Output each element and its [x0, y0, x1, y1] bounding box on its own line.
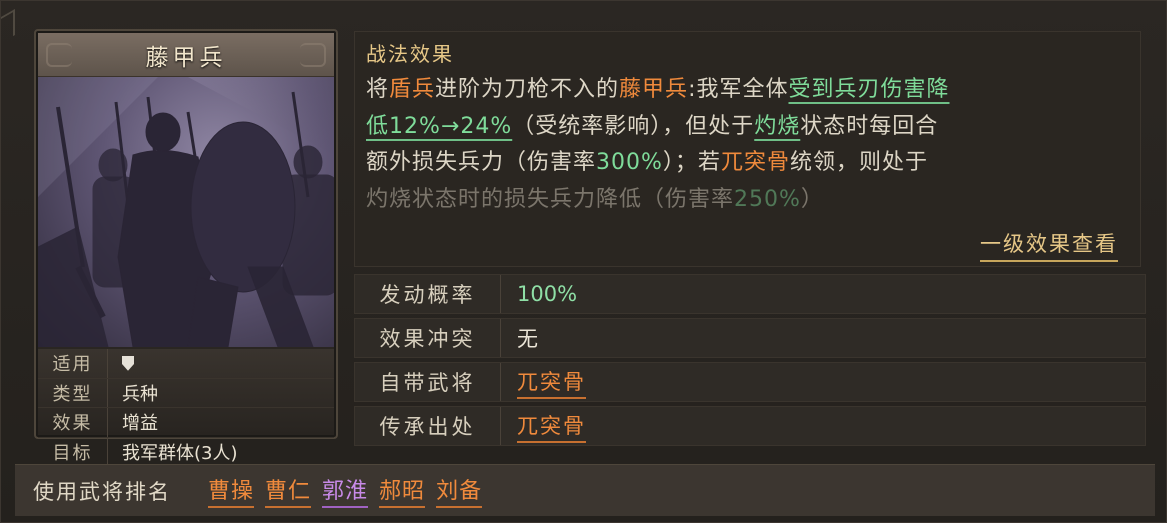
info-key: 发动概率: [355, 275, 501, 313]
info-key: 传承出处: [355, 407, 501, 445]
effect-keyword[interactable]: 低12%→24%: [366, 114, 512, 139]
general-link[interactable]: 郝昭: [379, 473, 426, 508]
info-row-conflict: 效果冲突 无: [354, 318, 1146, 358]
info-row-own-general: 自带武将 兀突骨: [354, 362, 1146, 402]
effect-text-segment: 将: [366, 77, 390, 102]
effect-line: 额外损失兵力（伤害率300%）；若兀突骨统领，则处于: [366, 145, 1126, 182]
ornament-right-icon: [300, 43, 326, 67]
usage-ranking-bar: 使用武将排名 曹操 曹仁 郭淮 郝昭 刘备: [15, 464, 1155, 516]
effect-text-segment: 统领，则处于: [789, 150, 928, 175]
effect-line: 灼烧状态时的损失兵力降低（伤害率250%）: [366, 182, 1126, 219]
general-link[interactable]: 刘备: [436, 473, 483, 508]
conflict-value: 无: [517, 327, 538, 351]
effect-line: 低12%→24%（受统率影响），但处于灼烧状态时每回合: [366, 109, 1126, 146]
prop-value: 兵种: [122, 383, 158, 405]
effect-text-segment: ）: [800, 186, 824, 212]
effect-text-segment: （受统率影响），但处于: [512, 113, 755, 139]
skill-detail-panel: 藤甲兵 适用 类型 兵种 效果 增益 目标 我军群体(3人) 战法效果 将盾兵进…: [0, 0, 1167, 523]
effect-keyword: 盾兵: [389, 77, 436, 102]
effect-keyword[interactable]: 灼烧: [754, 114, 800, 139]
info-row-inherit-source: 传承出处 兀突骨: [354, 406, 1146, 446]
card-properties: 适用 类型 兵种 效果 增益 目标 我军群体(3人): [38, 349, 334, 467]
own-general-link[interactable]: 兀突骨: [517, 366, 586, 399]
effect-text[interactable]: 将盾兵进阶为刀枪不入的藤甲兵:我军全体受到兵刃伤害降 低12%→24%（受统率影响…: [366, 72, 1126, 218]
info-key: 效果冲突: [355, 319, 501, 357]
effect-text-segment: 状态时每回合: [800, 113, 939, 139]
effect-text-segment: 灼烧状态时的损失兵力降低（伤害率: [366, 186, 735, 212]
prop-key: 目标: [38, 437, 108, 467]
general-link[interactable]: 曹操: [208, 473, 255, 508]
info-row-trigger-rate: 发动概率 100%: [354, 274, 1146, 314]
shield-icon: [122, 355, 134, 371]
general-link[interactable]: 曹仁: [265, 473, 312, 508]
effect-line: 将盾兵进阶为刀枪不入的藤甲兵:我军全体受到兵刃伤害降: [366, 72, 1126, 109]
card-title-bar: 藤甲兵: [38, 33, 334, 77]
effect-text-segment: 额外损失兵力（伤害率: [366, 150, 597, 175]
effect-text-segment: 进阶为刀枪不入的: [435, 77, 620, 102]
info-key: 自带武将: [355, 363, 501, 401]
card-title: 藤甲兵: [145, 44, 227, 71]
prop-key: 类型: [38, 378, 108, 407]
effect-text-segment: ）；若: [662, 150, 721, 175]
prop-value: [108, 355, 134, 371]
general-link[interactable]: 郭淮: [322, 473, 369, 508]
skill-card: 藤甲兵 适用 类型 兵种 效果 增益 目标 我军群体(3人): [34, 29, 338, 467]
prop-key: 适用: [38, 349, 108, 378]
general-ranking-list: 曹操 曹仁 郭淮 郝昭 刘备: [208, 473, 483, 508]
effect-keyword[interactable]: 受到兵刃伤害降: [788, 77, 949, 102]
effect-keyword: 300%: [596, 150, 663, 175]
effect-text-segment: :我军全体: [688, 77, 789, 102]
trigger-rate-value: 100%: [517, 282, 578, 306]
effect-heading: 战法效果: [366, 42, 454, 66]
usage-ranking-label: 使用武将排名: [33, 479, 171, 504]
effect-keyword: 兀突骨: [720, 150, 790, 175]
panel-corner-ornament: [1, 8, 15, 44]
troop-silhouette-illustration: [38, 77, 334, 347]
prop-value: 我军群体(3人): [122, 443, 238, 465]
prop-row-type: 类型 兵种: [38, 378, 334, 408]
effect-keyword: 250%: [734, 186, 801, 212]
ornament-left-icon: [46, 43, 72, 67]
prop-row-effect: 效果 增益: [38, 408, 334, 438]
prop-row-target: 目标 我军群体(3人): [38, 437, 334, 467]
effect-description-box: 战法效果 将盾兵进阶为刀枪不入的藤甲兵:我军全体受到兵刃伤害降 低12%→24%（…: [354, 31, 1141, 267]
prop-row-applies: 适用: [38, 349, 334, 379]
soldiers-silhouette-icon: [38, 77, 334, 347]
prop-key: 效果: [38, 408, 108, 437]
effect-keyword: 藤甲兵: [619, 77, 689, 102]
level-effect-link[interactable]: 一级效果查看: [980, 228, 1118, 262]
inherit-source-link[interactable]: 兀突骨: [517, 410, 586, 443]
prop-value: 增益: [122, 413, 158, 435]
